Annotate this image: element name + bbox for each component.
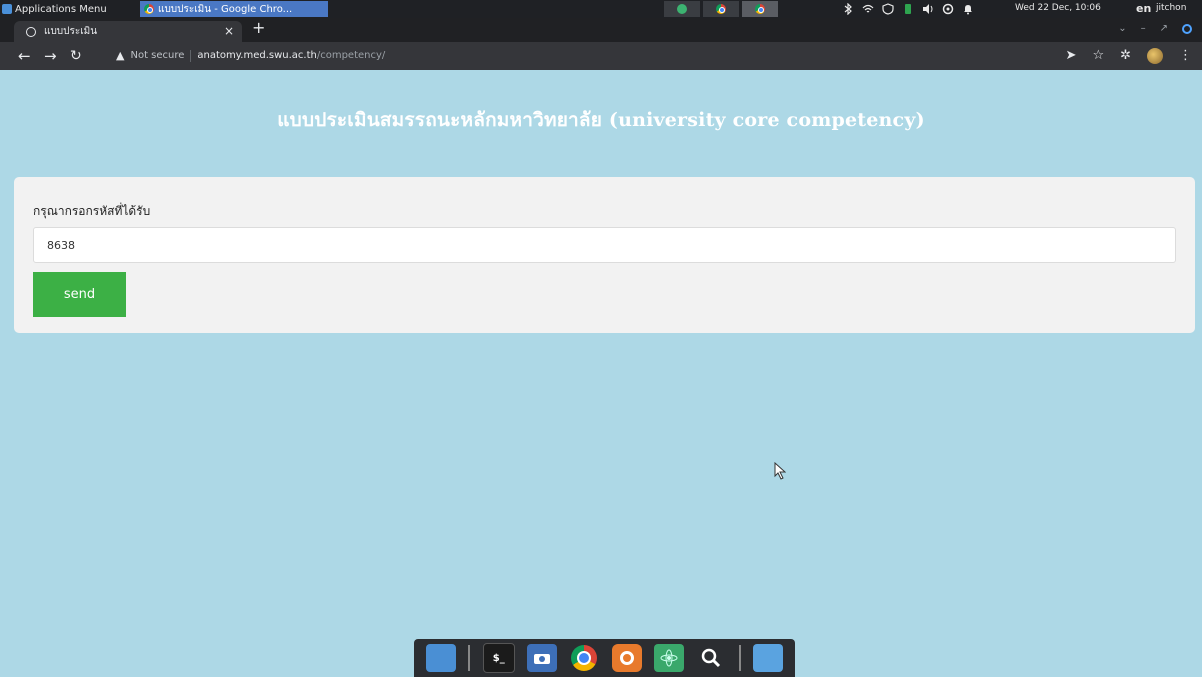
dock-show-desktop-icon[interactable] <box>426 644 457 672</box>
address-divider <box>190 50 192 62</box>
page-header: แบบประเมินสมรรถนะหลักมหาวิทยาลัย (univer… <box>0 70 1202 170</box>
browser-tab-bar: แบบประเมิน × + ⌄ – ↗ <box>0 18 1202 42</box>
dock-files-folder-icon[interactable] <box>752 644 783 672</box>
dock-atom-editor-icon[interactable] <box>653 644 684 672</box>
tab-close-icon[interactable]: × <box>224 24 234 38</box>
workspace-2[interactable] <box>703 1 739 17</box>
system-tray <box>842 1 974 17</box>
green-circle-icon <box>677 4 687 14</box>
new-tab-button[interactable]: + <box>252 18 265 38</box>
toolbar-actions: ➤ ☆ ✲ ⋮ <box>1066 47 1192 65</box>
battery-icon[interactable] <box>902 3 914 15</box>
applications-menu[interactable]: Applications Menu <box>2 2 107 16</box>
send-button[interactable]: send <box>33 272 126 317</box>
power-icon[interactable] <box>942 3 954 15</box>
workspace-1[interactable] <box>664 1 700 17</box>
system-top-bar: Applications Menu แบบประเมิน - Google Ch… <box>0 0 1202 18</box>
minimize-icon[interactable]: – <box>1141 23 1146 34</box>
more-menu-icon[interactable]: ⋮ <box>1179 47 1192 65</box>
user-menu[interactable]: jitchon <box>1156 3 1186 13</box>
dock-terminal-icon[interactable]: $_ <box>482 643 515 673</box>
browser-toolbar: ← → ↻ ▲ Not secure anatomy.med.swu.ac.th… <box>0 42 1202 70</box>
address-bar[interactable]: ▲ Not secure anatomy.med.swu.ac.th/compe… <box>116 46 385 66</box>
reload-icon[interactable]: ↻ <box>70 47 82 65</box>
taskbar-window-chrome[interactable]: แบบประเมิน - Google Chro... <box>140 1 328 17</box>
application-dock: $_ <box>414 639 795 677</box>
dock-app-orange-icon[interactable] <box>611 644 642 672</box>
shield-icon[interactable] <box>882 3 894 15</box>
close-window-icon[interactable] <box>1182 23 1192 34</box>
dock-divider <box>738 645 741 671</box>
dock-divider <box>468 645 471 671</box>
tab-search-chevron-icon[interactable]: ⌄ <box>1118 23 1126 34</box>
globe-icon <box>26 26 36 37</box>
applications-menu-icon <box>2 4 12 14</box>
notification-bell-icon[interactable] <box>962 3 974 15</box>
bluetooth-icon[interactable] <box>842 3 854 15</box>
browser-tab[interactable]: แบบประเมิน × <box>14 21 242 42</box>
page-title: แบบประเมินสมรรถนะหลักมหาวิทยาลัย (univer… <box>277 109 925 131</box>
profile-avatar[interactable] <box>1147 48 1163 64</box>
web-page: แบบประเมินสมรรถนะหลักมหาวิทยาลัย (univer… <box>0 70 1202 677</box>
back-arrow-icon[interactable]: ← <box>18 47 31 65</box>
dock-screenshot-camera-icon[interactable] <box>527 644 558 672</box>
keyboard-language[interactable]: en <box>1136 2 1151 15</box>
chrome-icon <box>716 4 726 14</box>
applications-menu-label: Applications Menu <box>15 3 107 15</box>
clock[interactable]: Wed 22 Dec, 10:06 <box>1015 3 1101 13</box>
send-tab-icon[interactable]: ➤ <box>1066 47 1077 65</box>
code-input[interactable] <box>33 227 1176 263</box>
chrome-icon <box>755 4 765 14</box>
taskbar-window-title: แบบประเมิน - Google Chro... <box>158 3 293 15</box>
forward-arrow-icon[interactable]: → <box>44 47 57 65</box>
warning-triangle-icon: ▲ <box>116 49 125 62</box>
code-form-card: กรุณากรอกรหัสที่ได้รับ send <box>14 177 1195 333</box>
url-path: /competency/ <box>316 50 386 61</box>
url-host: anatomy.med.swu.ac.th <box>197 50 317 61</box>
tab-title: แบบประเมิน <box>44 26 98 37</box>
chrome-icon <box>144 4 154 14</box>
security-label[interactable]: Not secure <box>130 46 184 66</box>
maximize-icon[interactable]: ↗ <box>1160 23 1168 34</box>
dock-search-magnifier-icon[interactable] <box>696 644 726 672</box>
wifi-icon[interactable] <box>862 3 874 15</box>
bookmark-star-icon[interactable]: ☆ <box>1092 47 1104 65</box>
mouse-cursor-icon <box>774 462 786 480</box>
volume-icon[interactable] <box>922 3 934 15</box>
code-label: กรุณากรอกรหัสที่ได้รับ <box>33 204 151 218</box>
dock-chrome-icon[interactable] <box>569 644 599 672</box>
window-controls: ⌄ – ↗ <box>1118 23 1192 34</box>
workspace-3[interactable] <box>742 1 778 17</box>
extensions-puzzle-icon[interactable]: ✲ <box>1120 47 1131 65</box>
